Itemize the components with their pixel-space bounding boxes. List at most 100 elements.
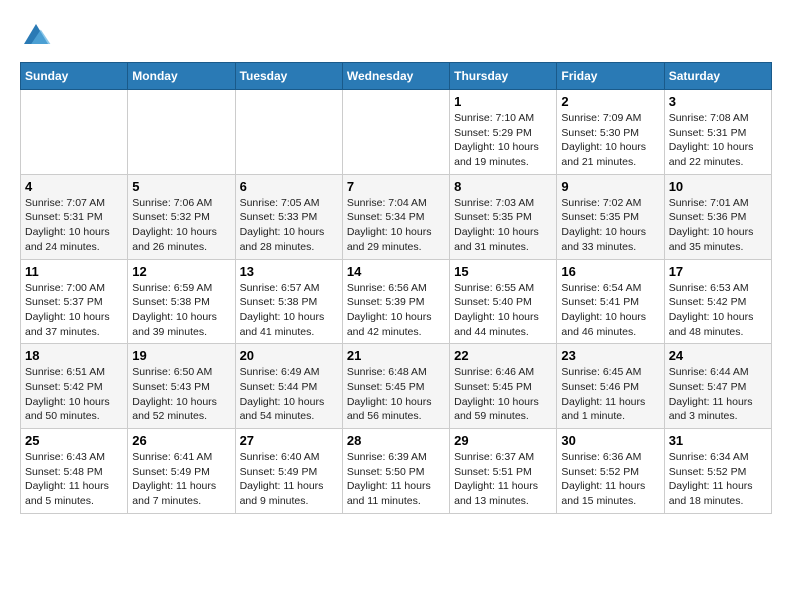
calendar-cell: 13 Sunrise: 6:57 AM Sunset: 5:38 PM Dayli… <box>235 259 342 344</box>
day-header-sunday: Sunday <box>21 63 128 90</box>
day-info: Sunrise: 6:45 AM Sunset: 5:46 PM Dayligh… <box>561 365 659 424</box>
day-header-monday: Monday <box>128 63 235 90</box>
day-header-tuesday: Tuesday <box>235 63 342 90</box>
day-info: Sunrise: 6:53 AM Sunset: 5:42 PM Dayligh… <box>669 281 767 340</box>
day-info: Sunrise: 7:05 AM Sunset: 5:33 PM Dayligh… <box>240 196 338 255</box>
calendar-cell: 1 Sunrise: 7:10 AM Sunset: 5:29 PM Daylig… <box>450 90 557 175</box>
calendar-cell: 20Sunrise: 6:49 AM Sunset: 5:44 PM Dayli… <box>235 344 342 429</box>
day-number: 28 <box>347 433 445 448</box>
day-info: Sunrise: 6:41 AM Sunset: 5:49 PM Dayligh… <box>132 450 230 509</box>
day-info: Sunrise: 7:06 AM Sunset: 5:32 PM Dayligh… <box>132 196 230 255</box>
day-number: 9 <box>561 179 659 194</box>
day-info: Sunrise: 6:43 AM Sunset: 5:48 PM Dayligh… <box>25 450 123 509</box>
day-info: Sunrise: 7:08 AM Sunset: 5:31 PM Dayligh… <box>669 111 767 170</box>
day-number: 19 <box>132 348 230 363</box>
calendar-cell: 4 Sunrise: 7:07 AM Sunset: 5:31 PM Daylig… <box>21 174 128 259</box>
calendar-cell: 6 Sunrise: 7:05 AM Sunset: 5:33 PM Daylig… <box>235 174 342 259</box>
day-info: Sunrise: 6:59 AM Sunset: 5:38 PM Dayligh… <box>132 281 230 340</box>
calendar-cell: 15 Sunrise: 6:55 AM Sunset: 5:40 PM Dayli… <box>450 259 557 344</box>
day-header-wednesday: Wednesday <box>342 63 449 90</box>
day-number: 26 <box>132 433 230 448</box>
day-number: 4 <box>25 179 123 194</box>
day-number: 1 <box>454 94 552 109</box>
day-number: 30 <box>561 433 659 448</box>
day-info: Sunrise: 7:03 AM Sunset: 5:35 PM Dayligh… <box>454 196 552 255</box>
day-number: 17 <box>669 264 767 279</box>
day-number: 15 <box>454 264 552 279</box>
day-number: 3 <box>669 94 767 109</box>
calendar-cell: 14 Sunrise: 6:56 AM Sunset: 5:39 PM Dayli… <box>342 259 449 344</box>
day-header-friday: Friday <box>557 63 664 90</box>
page-header <box>20 20 772 52</box>
day-number: 6 <box>240 179 338 194</box>
day-info: Sunrise: 7:09 AM Sunset: 5:30 PM Dayligh… <box>561 111 659 170</box>
day-number: 7 <box>347 179 445 194</box>
calendar-cell: 10 Sunrise: 7:01 AM Sunset: 5:36 PM Dayli… <box>664 174 771 259</box>
calendar-cell: 21 Sunrise: 6:48 AM Sunset: 5:45 PM Dayli… <box>342 344 449 429</box>
calendar-week-5: 25Sunrise: 6:43 AM Sunset: 5:48 PM Dayli… <box>21 429 772 514</box>
calendar-cell: 23 Sunrise: 6:45 AM Sunset: 5:46 PM Dayli… <box>557 344 664 429</box>
day-number: 2 <box>561 94 659 109</box>
day-number: 12 <box>132 264 230 279</box>
day-number: 13 <box>240 264 338 279</box>
day-number: 14 <box>347 264 445 279</box>
calendar-cell: 31 Sunrise: 6:34 AM Sunset: 5:52 PM Dayli… <box>664 429 771 514</box>
day-number: 31 <box>669 433 767 448</box>
calendar-header-row: SundayMondayTuesdayWednesdayThursdayFrid… <box>21 63 772 90</box>
day-info: Sunrise: 6:34 AM Sunset: 5:52 PM Dayligh… <box>669 450 767 509</box>
day-info: Sunrise: 7:10 AM Sunset: 5:29 PM Dayligh… <box>454 111 552 170</box>
calendar-cell: 9 Sunrise: 7:02 AM Sunset: 5:35 PM Daylig… <box>557 174 664 259</box>
day-info: Sunrise: 7:04 AM Sunset: 5:34 PM Dayligh… <box>347 196 445 255</box>
day-number: 10 <box>669 179 767 194</box>
calendar-cell: 27 Sunrise: 6:40 AM Sunset: 5:49 PM Dayli… <box>235 429 342 514</box>
day-number: 23 <box>561 348 659 363</box>
day-info: Sunrise: 6:55 AM Sunset: 5:40 PM Dayligh… <box>454 281 552 340</box>
day-info: Sunrise: 6:44 AM Sunset: 5:47 PM Dayligh… <box>669 365 767 424</box>
day-info: Sunrise: 6:54 AM Sunset: 5:41 PM Dayligh… <box>561 281 659 340</box>
calendar-cell: 25Sunrise: 6:43 AM Sunset: 5:48 PM Dayli… <box>21 429 128 514</box>
calendar-cell: 24 Sunrise: 6:44 AM Sunset: 5:47 PM Dayli… <box>664 344 771 429</box>
day-number: 11 <box>25 264 123 279</box>
calendar-cell: 17 Sunrise: 6:53 AM Sunset: 5:42 PM Dayli… <box>664 259 771 344</box>
day-info: Sunrise: 6:49 AM Sunset: 5:44 PM Dayligh… <box>240 365 338 424</box>
calendar-week-4: 18 Sunrise: 6:51 AM Sunset: 5:42 PM Dayli… <box>21 344 772 429</box>
calendar-week-2: 4 Sunrise: 7:07 AM Sunset: 5:31 PM Daylig… <box>21 174 772 259</box>
logo-icon <box>20 20 52 52</box>
day-number: 16 <box>561 264 659 279</box>
day-info: Sunrise: 6:51 AM Sunset: 5:42 PM Dayligh… <box>25 365 123 424</box>
calendar-week-3: 11Sunrise: 7:00 AM Sunset: 5:37 PM Dayli… <box>21 259 772 344</box>
day-number: 18 <box>25 348 123 363</box>
calendar-cell: 5 Sunrise: 7:06 AM Sunset: 5:32 PM Daylig… <box>128 174 235 259</box>
day-info: Sunrise: 6:57 AM Sunset: 5:38 PM Dayligh… <box>240 281 338 340</box>
day-number: 8 <box>454 179 552 194</box>
calendar-cell: 11Sunrise: 7:00 AM Sunset: 5:37 PM Dayli… <box>21 259 128 344</box>
day-number: 27 <box>240 433 338 448</box>
day-number: 29 <box>454 433 552 448</box>
day-info: Sunrise: 6:37 AM Sunset: 5:51 PM Dayligh… <box>454 450 552 509</box>
day-header-saturday: Saturday <box>664 63 771 90</box>
calendar-cell <box>342 90 449 175</box>
day-info: Sunrise: 6:56 AM Sunset: 5:39 PM Dayligh… <box>347 281 445 340</box>
calendar-cell: 3 Sunrise: 7:08 AM Sunset: 5:31 PM Daylig… <box>664 90 771 175</box>
day-number: 5 <box>132 179 230 194</box>
day-info: Sunrise: 6:36 AM Sunset: 5:52 PM Dayligh… <box>561 450 659 509</box>
calendar-cell: 16 Sunrise: 6:54 AM Sunset: 5:41 PM Dayli… <box>557 259 664 344</box>
day-info: Sunrise: 6:40 AM Sunset: 5:49 PM Dayligh… <box>240 450 338 509</box>
calendar-cell: 22Sunrise: 6:46 AM Sunset: 5:45 PM Dayli… <box>450 344 557 429</box>
day-info: Sunrise: 7:07 AM Sunset: 5:31 PM Dayligh… <box>25 196 123 255</box>
calendar-table: SundayMondayTuesdayWednesdayThursdayFrid… <box>20 62 772 514</box>
day-info: Sunrise: 7:01 AM Sunset: 5:36 PM Dayligh… <box>669 196 767 255</box>
calendar-cell <box>21 90 128 175</box>
calendar-cell: 26 Sunrise: 6:41 AM Sunset: 5:49 PM Dayli… <box>128 429 235 514</box>
calendar-cell: 18 Sunrise: 6:51 AM Sunset: 5:42 PM Dayli… <box>21 344 128 429</box>
calendar-cell: 30 Sunrise: 6:36 AM Sunset: 5:52 PM Dayli… <box>557 429 664 514</box>
calendar-cell: 29 Sunrise: 6:37 AM Sunset: 5:51 PM Dayli… <box>450 429 557 514</box>
day-number: 21 <box>347 348 445 363</box>
day-info: Sunrise: 7:02 AM Sunset: 5:35 PM Dayligh… <box>561 196 659 255</box>
day-info: Sunrise: 6:46 AM Sunset: 5:45 PM Dayligh… <box>454 365 552 424</box>
calendar-cell: 2 Sunrise: 7:09 AM Sunset: 5:30 PM Daylig… <box>557 90 664 175</box>
calendar-cell: 19Sunrise: 6:50 AM Sunset: 5:43 PM Dayli… <box>128 344 235 429</box>
day-info: Sunrise: 6:48 AM Sunset: 5:45 PM Dayligh… <box>347 365 445 424</box>
day-info: Sunrise: 6:39 AM Sunset: 5:50 PM Dayligh… <box>347 450 445 509</box>
day-number: 24 <box>669 348 767 363</box>
